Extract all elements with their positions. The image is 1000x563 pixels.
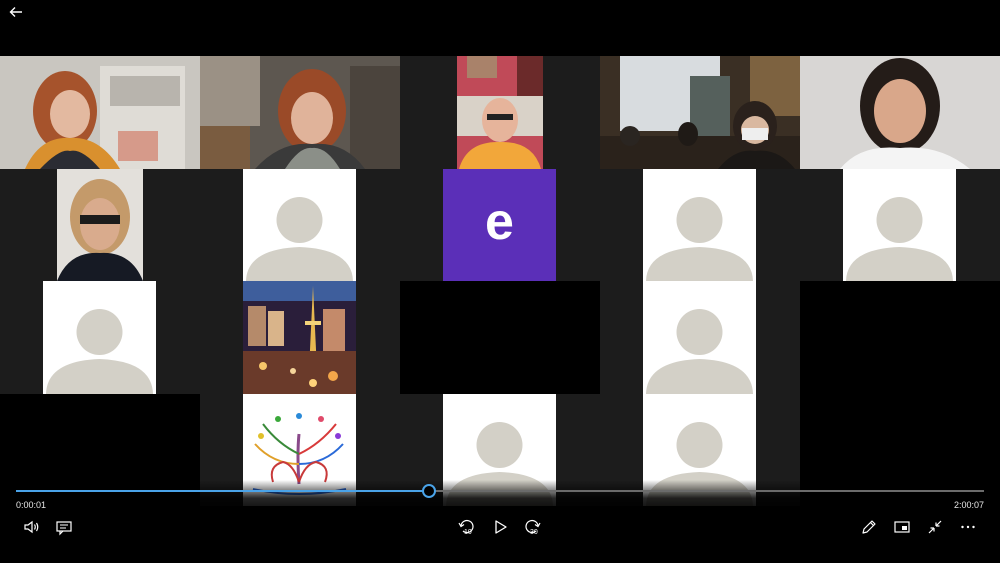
participant-video-off [400,281,600,394]
back-button[interactable] [6,2,26,22]
participant-avatar-1 [243,169,356,281]
exit-fullscreen-button[interactable] [924,516,946,538]
empty-tile-right [800,281,1000,506]
user-placeholder-icon [646,197,753,281]
video-frame[interactable]: e [0,56,1000,506]
back-arrow-icon [9,7,22,17]
participant-video-3 [457,56,543,169]
mini-view-icon [894,521,910,533]
mini-view-button[interactable] [891,516,913,538]
more-options-icon [961,525,975,529]
seek-bar[interactable] [16,484,984,498]
skip-back-label: 10 [464,529,472,536]
skip-back-button[interactable]: 10 [455,516,477,538]
edit-icon [862,520,876,534]
participant-avatar-5 [643,281,756,394]
participant-video-1 [0,56,200,169]
participant-video-6 [57,169,143,281]
volume-icon [24,520,39,534]
seek-progress [16,490,429,492]
skip-back-10-icon: 10 [458,519,474,536]
user-placeholder-icon [246,197,353,281]
play-button[interactable] [489,516,511,538]
volume-button[interactable] [21,516,43,538]
participant-initial: e [485,193,514,251]
seek-thumb[interactable] [422,484,436,498]
participant-avatar-4 [43,281,156,394]
participant-video-2 [200,56,400,169]
captions-button[interactable] [53,516,75,538]
participant-avatar-2 [643,169,756,281]
more-options-button[interactable] [957,516,979,538]
user-placeholder-icon [646,309,753,394]
skip-forward-30-icon: 30 [525,519,541,536]
participant-image-city [243,281,356,394]
captions-icon [56,521,72,536]
total-time: 2:00:07 [953,500,984,510]
participant-initial-tile: e [443,169,556,281]
skip-forward-label: 30 [530,529,538,536]
skip-forward-button[interactable]: 30 [522,516,544,538]
exit-fullscreen-icon [928,520,942,534]
edit-button[interactable] [858,516,880,538]
play-icon [495,520,507,534]
user-placeholder-icon [46,309,153,394]
participant-avatar-3 [843,169,956,281]
current-time: 0:00:01 [16,500,47,510]
participant-video-5 [800,56,1000,169]
participant-video-4 [600,56,800,169]
user-placeholder-icon [846,197,953,281]
